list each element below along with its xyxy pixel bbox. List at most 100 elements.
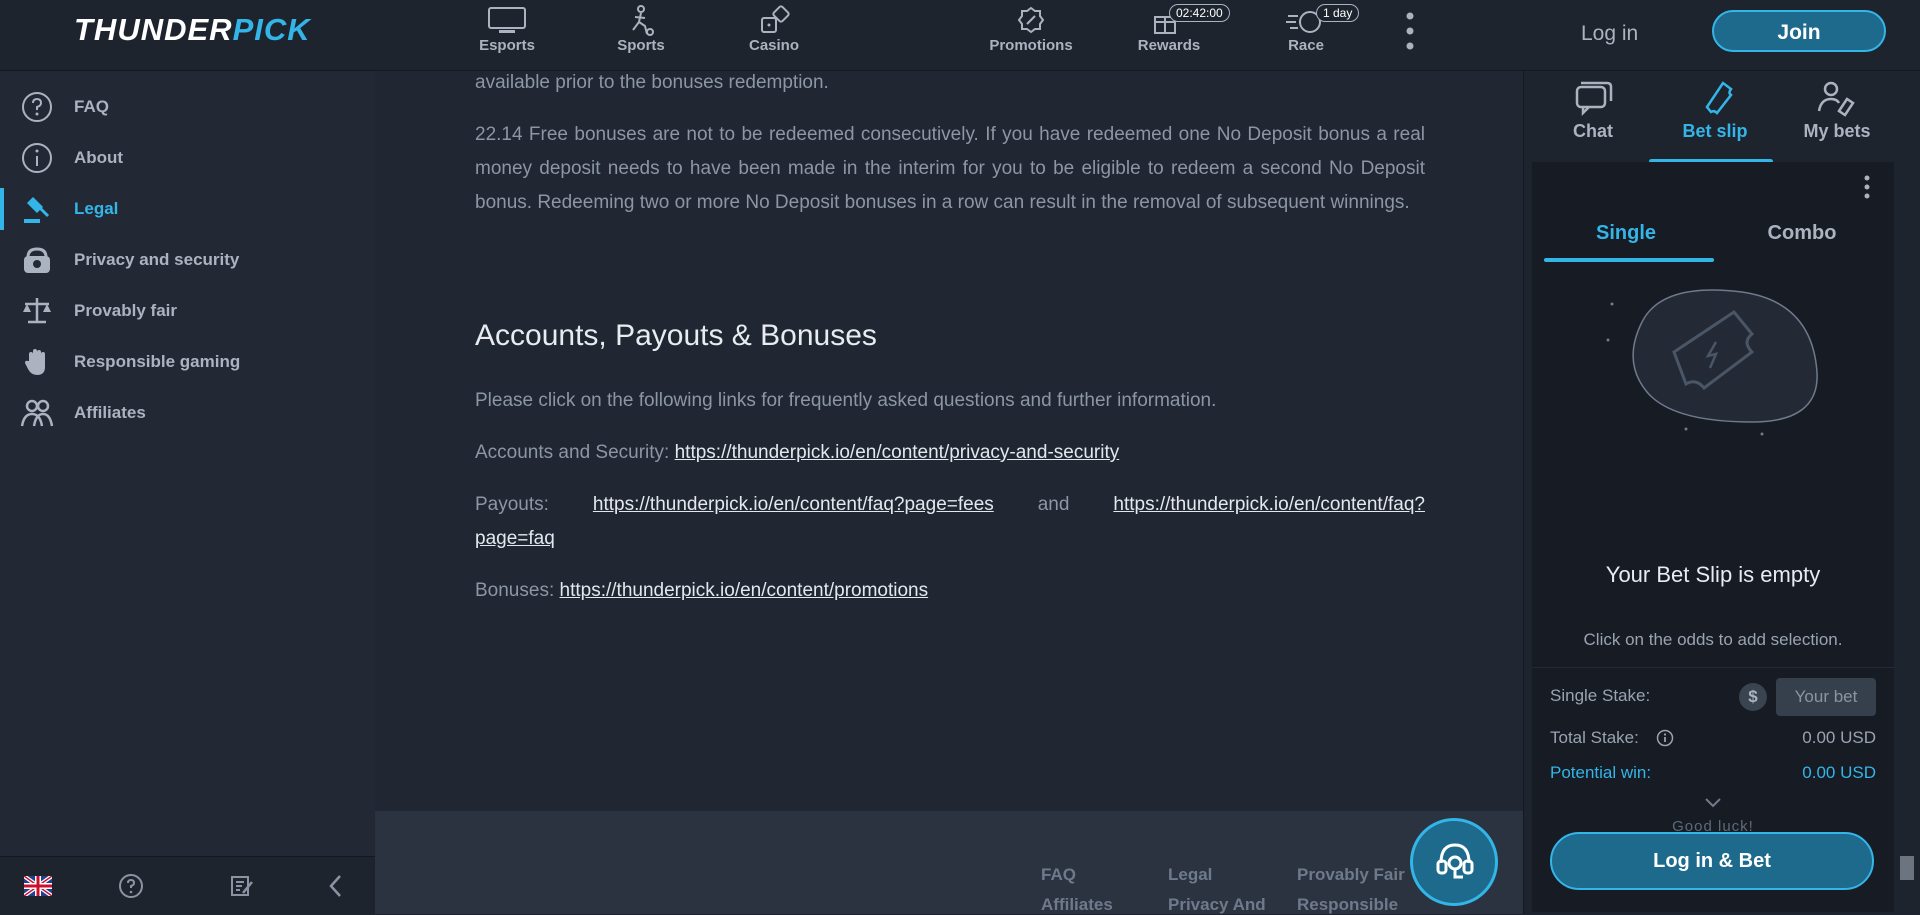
total-stake-row: Total Stake: 0.00 USD — [1550, 728, 1876, 748]
promotions-badge-icon — [1017, 6, 1045, 34]
payouts-line: Payouts: https://thunderpick.io/en/conte… — [475, 488, 1425, 556]
clause-22-14: 22.14 Free bonuses are not to be redeeme… — [475, 124, 1425, 213]
sidebar-item-faq[interactable]: FAQ — [0, 83, 375, 129]
accounts-label: Accounts and Security: — [475, 442, 670, 463]
tab-bet-slip[interactable]: Bet slip — [1660, 77, 1770, 142]
footer-link-faq[interactable]: FAQ — [1041, 865, 1076, 885]
single-stake-label: Single Stake: — [1550, 686, 1651, 705]
nav-esports-label: Esports — [479, 37, 535, 54]
stake-amount-input[interactable]: Your bet — [1776, 678, 1876, 716]
ticket-icon — [1705, 81, 1733, 115]
bet-type-single-tab[interactable]: Single — [1542, 222, 1710, 245]
nav-rewards-label: Rewards — [1137, 37, 1201, 54]
payouts-fees-link[interactable]: https://thunderpick.io/en/content/faq?pa… — [593, 494, 994, 515]
gavel-icon — [24, 196, 50, 223]
divider — [1532, 667, 1894, 668]
potential-win-label: Potential win: — [1550, 763, 1652, 782]
site-footer: FAQ Affiliates Legal Privacy And Provabl… — [375, 811, 1523, 914]
payouts-label: Payouts: — [475, 494, 549, 515]
bet-slip-panel: Chat Bet slip My bets Single Combo Your … — [1523, 71, 1920, 914]
payouts-and: and — [1037, 494, 1070, 515]
lock-bag-icon — [24, 247, 50, 273]
login-link[interactable]: Log in — [1581, 22, 1638, 46]
sidebar-item-provably-fair[interactable]: Provably fair — [0, 287, 375, 333]
uk-flag-icon[interactable] — [24, 876, 52, 896]
collapse-sidebar-chevron-icon[interactable] — [326, 873, 346, 899]
legal-content-area: available prior to the bonuses redemptio… — [375, 71, 1523, 811]
nav-casino-label: Casino — [748, 37, 799, 54]
sidebar-item-affiliates[interactable]: Affiliates — [0, 389, 375, 435]
scales-icon — [23, 298, 51, 324]
accounts-security-link[interactable]: https://thunderpick.io/en/content/privac… — [675, 442, 1120, 463]
sidebar-item-label: Responsible gaming — [74, 352, 241, 371]
tab-chat[interactable]: Chat — [1538, 77, 1648, 142]
hand-stop-icon — [25, 349, 45, 375]
sidebar-item-privacy[interactable]: Privacy and security — [0, 236, 375, 282]
section-body: Please click on the following links for … — [475, 384, 1425, 608]
legal-text: available prior to the bonuses redemptio… — [475, 66, 1425, 220]
empty-ticket-illustration — [1606, 289, 1818, 436]
rewards-timer-badge: 02:42:00 — [1169, 4, 1230, 22]
nav-race-label: Race — [1288, 37, 1324, 54]
info-icon[interactable] — [1656, 729, 1674, 747]
sidebar-footer-toolbar — [0, 856, 375, 915]
empty-slip-hint: Click on the odds to add selection. — [1583, 630, 1843, 649]
footer-link-affiliates[interactable]: Affiliates — [1041, 895, 1113, 915]
sidebar-item-responsible-gaming[interactable]: Responsible gaming — [0, 338, 375, 384]
sidebar-item-about[interactable]: About — [0, 134, 375, 180]
notes-edit-icon[interactable] — [229, 873, 255, 899]
page-scrollbar-thumb[interactable] — [1900, 856, 1914, 880]
more-menu-icon[interactable] — [1400, 12, 1420, 56]
nav-casino[interactable]: Casino — [729, 4, 819, 54]
bet-type-combo-tab[interactable]: Combo — [1722, 222, 1882, 245]
active-indicator — [0, 188, 4, 230]
sidebar-item-label: Privacy and security — [74, 250, 240, 269]
bonuses-promotions-link[interactable]: https://thunderpick.io/en/content/promot… — [560, 580, 929, 601]
sports-player-icon — [632, 5, 654, 36]
chevron-down-icon[interactable] — [1703, 796, 1723, 810]
empty-slip-title: Your Bet Slip is empty — [1605, 562, 1821, 587]
bonuses-label: Bonuses: — [475, 580, 555, 601]
tab-my-bets-label: My bets — [1803, 121, 1871, 141]
sidebar-item-label: About — [74, 148, 124, 167]
section-intro: Please click on the following links for … — [475, 390, 1217, 411]
user-ticket-icon — [1817, 81, 1855, 117]
footer-link-provably-fair[interactable]: Provably Fair — [1297, 865, 1405, 885]
bet-slip-options-icon[interactable] — [1862, 174, 1872, 204]
tab-my-bets[interactable]: My bets — [1782, 77, 1892, 142]
users-icon — [20, 399, 54, 427]
sidebar-item-label: Affiliates — [74, 403, 146, 422]
logo-text-suffix: PICK — [232, 12, 311, 47]
live-support-button[interactable] — [1410, 818, 1498, 906]
nav-sports-label: Sports — [617, 37, 665, 54]
accounts-line: Accounts and Security: https://thunderpi… — [475, 436, 1425, 470]
sidebar-item-legal[interactable]: Legal — [0, 185, 375, 231]
info-circle-icon — [22, 143, 52, 173]
sidebar-item-label: FAQ — [74, 97, 109, 116]
nav-esports[interactable]: Esports — [462, 4, 552, 54]
footer-link-privacy[interactable]: Privacy And — [1168, 895, 1266, 915]
thunderpick-logo[interactable]: THUNDERPICK — [74, 12, 311, 48]
bonuses-line: Bonuses: https://thunderpick.io/en/conte… — [475, 574, 1425, 608]
footer-link-legal[interactable]: Legal — [1168, 865, 1212, 885]
race-countdown-badge: 1 day — [1316, 4, 1360, 22]
join-button[interactable]: Join — [1712, 10, 1886, 52]
help-sidebar: FAQ About Legal Privacy and security Pro… — [0, 71, 375, 914]
section-title: Accounts, Payouts & Bonuses — [475, 319, 877, 352]
sidebar-item-label: Legal — [74, 199, 119, 218]
nav-sports[interactable]: Sports — [596, 4, 686, 54]
bet-slip-card: Single Combo Your Bet Slip is empty Clic… — [1532, 162, 1894, 912]
footer-link-responsible[interactable]: Responsible — [1297, 895, 1398, 915]
sidebar-item-label: Provably fair — [74, 301, 177, 320]
dollar-currency-icon[interactable]: $ — [1739, 683, 1767, 711]
total-stake-value: 0.00 USD — [1802, 728, 1876, 747]
top-navigation-bar: THUNDERPICK Esports Sports Casino Promot… — [0, 0, 1920, 71]
potential-win-row: Potential win: 0.00 USD — [1550, 763, 1876, 783]
login-and-bet-button[interactable]: Log in & Bet — [1550, 832, 1874, 890]
logo-text-prefix: THUNDER — [74, 12, 233, 47]
nav-promotions[interactable]: Promotions — [986, 4, 1076, 54]
tab-bet-slip-label: Bet slip — [1682, 121, 1748, 141]
tab-chat-label: Chat — [1573, 121, 1613, 141]
help-icon[interactable] — [118, 873, 144, 899]
dice-icon — [761, 5, 790, 33]
